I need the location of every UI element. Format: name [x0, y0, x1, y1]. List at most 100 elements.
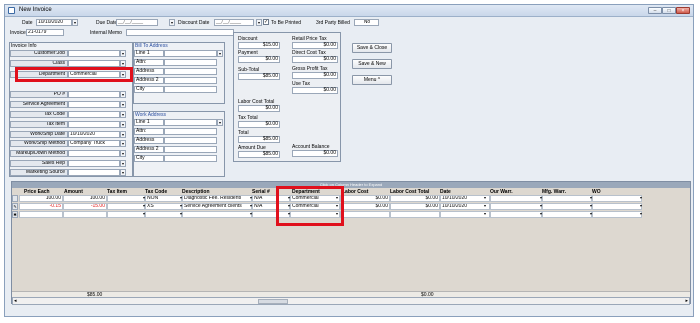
grid-cell[interactable] — [592, 211, 642, 218]
chevron-down-icon[interactable]: ▾ — [638, 203, 644, 210]
grid-cell[interactable] — [490, 195, 542, 202]
chevron-down-icon[interactable]: ▾ — [638, 211, 644, 218]
address-field-input[interactable] — [164, 77, 217, 84]
invoice-info-value[interactable] — [68, 101, 120, 108]
grid-cell[interactable]: -15.00 — [63, 203, 107, 210]
chevron-down-icon[interactable]: ▾ — [141, 211, 147, 218]
scrollbar-thumb[interactable] — [258, 299, 288, 304]
scroll-left-icon[interactable]: ◂ — [14, 298, 17, 304]
grid-cell[interactable] — [542, 195, 592, 202]
due-date-field[interactable]: __/__/____ — [116, 19, 158, 26]
minimize-button[interactable]: – — [648, 7, 662, 14]
chevron-down-icon[interactable]: ▾ — [482, 211, 488, 218]
chevron-down-icon[interactable]: ▾ — [120, 111, 126, 118]
chevron-down-icon[interactable]: ▾ — [120, 121, 126, 128]
maximize-button[interactable]: □ — [662, 7, 676, 14]
grid-cell[interactable]: $0.00 — [390, 203, 440, 210]
chevron-down-icon[interactable]: ▾ — [120, 91, 126, 98]
chevron-down-icon[interactable]: ▾ — [538, 203, 544, 210]
discount-value[interactable]: $15.00 — [238, 42, 280, 49]
grid-cell[interactable]: NON — [145, 195, 182, 202]
chevron-down-icon[interactable]: ▾ — [248, 211, 254, 218]
chevron-down-icon[interactable]: ▾ — [120, 160, 126, 167]
third-party-field[interactable]: No — [354, 19, 379, 26]
chevron-down-icon[interactable]: ▾ — [141, 195, 147, 202]
address-field-input[interactable] — [164, 119, 217, 126]
chevron-down-icon[interactable]: ▾ — [120, 169, 126, 176]
chevron-down-icon[interactable]: ▾ — [120, 60, 126, 67]
chevron-down-icon[interactable]: ▾ — [588, 195, 594, 202]
save-close-button[interactable]: Save & Close — [352, 43, 392, 53]
chevron-down-icon[interactable]: ▾ — [217, 119, 223, 126]
chevron-down-icon[interactable]: ▾ — [178, 203, 184, 210]
address-field-input[interactable] — [164, 137, 217, 144]
chevron-down-icon[interactable]: ▾ — [120, 50, 126, 57]
address-field-input[interactable] — [164, 86, 217, 93]
chevron-down-icon[interactable]: ▾ — [178, 195, 184, 202]
address-field-input[interactable] — [164, 50, 217, 57]
grid-cell[interactable] — [145, 211, 182, 218]
chevron-down-icon[interactable]: ▾ — [538, 195, 544, 202]
grid-cell[interactable] — [182, 211, 252, 218]
due-date-dropdown[interactable]: ▾ — [169, 19, 175, 26]
grid-cell[interactable]: -0.15 — [19, 203, 63, 210]
chevron-down-icon[interactable]: ▾ — [141, 203, 147, 210]
save-new-button[interactable]: Save & New — [352, 59, 392, 69]
date-dropdown[interactable]: ▾ — [72, 19, 78, 26]
grid-cell[interactable]: $0.00 — [340, 203, 390, 210]
chevron-down-icon[interactable]: ▾ — [120, 150, 126, 157]
address-field-input[interactable] — [164, 59, 217, 66]
chevron-down-icon[interactable]: ▾ — [248, 195, 254, 202]
invoice-info-value[interactable]: Company Truck — [68, 140, 120, 147]
row-selector[interactable]: ✱ — [12, 211, 18, 218]
grid-cell[interactable] — [490, 203, 542, 210]
address-field-input[interactable] — [164, 146, 217, 153]
grid-cell[interactable] — [19, 211, 63, 218]
internal-memo-field[interactable] — [126, 29, 234, 36]
to-be-printed-checkbox[interactable]: ✓ — [263, 19, 269, 25]
discount-date-field[interactable]: __/__/____ — [214, 19, 254, 26]
grid-cell[interactable] — [592, 203, 642, 210]
invoice-info-value[interactable] — [68, 111, 120, 118]
chevron-down-icon[interactable]: ▾ — [482, 195, 488, 202]
invoice-info-value[interactable] — [68, 60, 120, 67]
grid-cell[interactable]: $0.00 — [340, 195, 390, 202]
grid-cell[interactable] — [63, 211, 107, 218]
grid-cell[interactable] — [490, 211, 542, 218]
invoice-number-field[interactable]: 21-0179 — [26, 29, 64, 36]
grid-cell[interactable] — [107, 203, 145, 210]
chevron-down-icon[interactable]: ▾ — [120, 101, 126, 108]
grid-cell[interactable] — [340, 211, 390, 218]
grid-cell[interactable]: Service Agreement clients — [182, 203, 252, 210]
address-field-input[interactable] — [164, 128, 217, 135]
invoice-info-value[interactable] — [68, 91, 120, 98]
invoice-info-value[interactable] — [68, 50, 120, 57]
row-selector[interactable]: ✎ — [12, 203, 18, 210]
grid-cell[interactable] — [390, 211, 440, 218]
grid-cell[interactable] — [107, 195, 145, 202]
grid-cell[interactable] — [542, 203, 592, 210]
chevron-down-icon[interactable]: ▾ — [482, 203, 488, 210]
invoice-info-value[interactable] — [68, 160, 120, 167]
date-field[interactable]: 10/10/2020 — [36, 19, 72, 26]
grid-cell[interactable] — [592, 195, 642, 202]
discount-date-dropdown[interactable]: ▾ — [256, 19, 262, 26]
invoice-info-value[interactable] — [68, 169, 120, 176]
scroll-right-icon[interactable]: ▸ — [685, 298, 688, 304]
invoice-info-value[interactable] — [68, 150, 120, 157]
horizontal-scrollbar[interactable]: ◂ ▸ — [12, 297, 690, 305]
chevron-down-icon[interactable]: ▾ — [588, 211, 594, 218]
close-button[interactable]: × — [676, 7, 690, 14]
address-field-input[interactable] — [164, 68, 217, 75]
invoice-info-value[interactable] — [68, 121, 120, 128]
grid-cell[interactable]: $0.00 — [390, 195, 440, 202]
grid-cell[interactable] — [107, 211, 145, 218]
chevron-down-icon[interactable]: ▾ — [217, 50, 223, 57]
grid-cell[interactable]: 100.00 — [19, 195, 63, 202]
chevron-down-icon[interactable]: ▾ — [120, 140, 126, 147]
chevron-down-icon[interactable]: ▾ — [638, 195, 644, 202]
grid-cell[interactable]: Diagnostic Fee. Residenti — [182, 195, 252, 202]
chevron-down-icon[interactable]: ▾ — [538, 211, 544, 218]
menu-button[interactable]: Menu ^ — [352, 75, 392, 85]
grid-cell[interactable]: 100.00 — [63, 195, 107, 202]
